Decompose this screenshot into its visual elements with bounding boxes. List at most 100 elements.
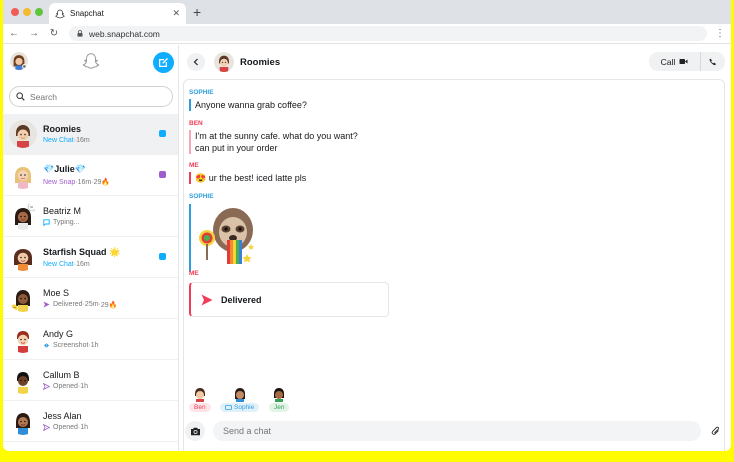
group-avatar[interactable]: [214, 52, 234, 72]
chat-item-callum-b[interactable]: Callum B Opened · 1h: [3, 360, 178, 401]
unread-chat-icon: [159, 130, 166, 137]
chat-item-beatriz[interactable]: ••• Beatriz M Typing...: [3, 196, 178, 237]
chevron-left-icon: [193, 58, 198, 66]
chat-item-julie[interactable]: 💎Julie💎 New Snap · 16m · 29🔥: [3, 155, 178, 196]
search-input[interactable]: [30, 91, 150, 102]
search-icon: [16, 92, 25, 101]
avatar: [9, 284, 37, 312]
opened-arrow-icon: [43, 383, 50, 390]
chat-status: New Chat: [43, 137, 74, 144]
chat-name: 💎Julie💎: [43, 164, 86, 174]
delivered-snap[interactable]: Delivered: [189, 282, 389, 317]
chat-status: Opened: [53, 383, 78, 390]
tab-bar: Snapchat ✕ +: [3, 0, 731, 24]
search-box[interactable]: [9, 86, 173, 107]
camera-button[interactable]: [185, 421, 205, 441]
avatar: [9, 325, 37, 353]
chat-name: Andy G: [43, 329, 74, 339]
tab-snapchat[interactable]: Snapchat ✕: [49, 3, 186, 24]
ghost-icon: [55, 9, 65, 18]
chat-input-box[interactable]: [213, 421, 701, 441]
back-arrow-icon[interactable]: ←: [9, 28, 19, 39]
sloth-rainbow-sticker[interactable]: [189, 204, 259, 272]
video-call-button[interactable]: Call: [649, 52, 701, 71]
minimize-window-button[interactable]: [23, 8, 31, 16]
presence-name: Jen: [269, 403, 290, 412]
chat-item-moe-s[interactable]: Moe S Delivered · 25m · 29🔥: [3, 278, 178, 319]
screenshot-icon: [44, 343, 49, 348]
tab-title: Snapchat: [70, 9, 104, 18]
presence-name-text: Sophie: [234, 404, 255, 411]
delivered-arrow-icon: [43, 301, 50, 308]
chat-item-jess-alan[interactable]: Jess Alan Opened · 1h: [3, 401, 178, 442]
delivered-label: Delivered: [221, 294, 262, 305]
chat-name: Roomies: [43, 124, 82, 134]
chat-status: New Chat: [43, 260, 74, 268]
message-line: can put in your order: [195, 143, 278, 153]
url-text: web.snapchat.com: [89, 28, 160, 39]
conversation-title: Roomies: [240, 57, 281, 68]
avatar: [9, 407, 37, 435]
chat-list: Roomies New Chat · 16m 💎Julie💎 New Snap …: [3, 114, 178, 442]
presence-name: Sophie: [220, 403, 260, 412]
message-text[interactable]: I'm at the sunny cafe. what do you want?…: [189, 130, 358, 154]
chat-input[interactable]: [223, 426, 701, 436]
my-avatar[interactable]: [10, 52, 28, 70]
forward-arrow-icon[interactable]: →: [29, 28, 39, 39]
close-window-button[interactable]: [11, 8, 19, 16]
chat-status: New Snap: [43, 178, 76, 186]
chat-status: Typing...: [53, 219, 80, 226]
new-chat-button[interactable]: [153, 52, 174, 73]
back-button[interactable]: [187, 53, 205, 71]
chat-time: 1h: [80, 383, 89, 390]
presence-sophie: Sophie: [220, 386, 260, 412]
sloth-sticker-icon: [199, 208, 254, 264]
browser-window: Snapchat ✕ + ← → ↻ web.snapchat.com ⋮ Se…: [3, 0, 731, 451]
message-thread: SOPHIE Anyone wanna grab coffee? BEN I'm…: [183, 79, 725, 451]
message-text[interactable]: 😍 ur the best! iced latte pls: [189, 172, 306, 184]
chat-time: 16m: [76, 260, 90, 268]
message-text[interactable]: Anyone wanna grab coffee?: [189, 99, 307, 111]
message-sender: ME: [189, 270, 199, 277]
message-sender: BEN: [189, 120, 203, 127]
reload-icon[interactable]: ↻: [49, 28, 59, 39]
unread-snap-icon: [159, 171, 166, 178]
presence-jen: Jen: [269, 386, 290, 412]
message-sender: SOPHIE: [189, 89, 214, 96]
call-label: Call: [660, 56, 676, 67]
presence-ben: Ben: [189, 386, 211, 412]
voice-call-button[interactable]: [701, 52, 725, 71]
new-tab-button[interactable]: +: [193, 4, 201, 20]
chat-status: Delivered: [53, 301, 83, 308]
chat-item-andy-g[interactable]: Andy G Screenshot · 1h: [3, 319, 178, 360]
avatar: •••: [9, 202, 37, 230]
streak-count: 29🔥: [93, 179, 111, 186]
avatar: [9, 243, 37, 271]
compose-icon: [159, 58, 168, 67]
close-tab-icon[interactable]: ✕: [172, 8, 180, 19]
presence-name: Ben: [189, 403, 211, 412]
message-sender: SOPHIE: [189, 193, 214, 200]
unread-chat-icon: [159, 253, 166, 260]
sidebar-header: [3, 45, 178, 79]
message-sender: ME: [189, 162, 199, 169]
chat-item-starfish-squad[interactable]: Starfish Squad 🌟 New Chat · 16m: [3, 237, 178, 278]
avatar: [194, 388, 205, 402]
url-field[interactable]: web.snapchat.com: [69, 26, 707, 41]
camera-icon: [190, 427, 200, 435]
opened-arrow-icon: [43, 424, 50, 431]
snapchat-ghost-icon: [82, 53, 100, 69]
attach-button[interactable]: [707, 426, 725, 437]
maximize-window-button[interactable]: [35, 8, 43, 16]
video-camera-icon: [679, 59, 688, 64]
chat-status: Opened: [53, 424, 78, 431]
snapchat-app: Roomies New Chat · 16m 💎Julie💎: [3, 45, 731, 451]
streak-count: 29🔥: [100, 301, 118, 309]
chat-item-roomies[interactable]: Roomies New Chat · 16m: [3, 114, 178, 155]
browser-menu-icon[interactable]: ⋮: [715, 28, 725, 39]
conversation-header: Roomies Call: [179, 45, 731, 79]
chat-bubble-icon: [43, 219, 50, 226]
chat-name: Beatriz M: [43, 206, 82, 216]
chat-name: Jess Alan: [43, 411, 82, 421]
paperclip-icon: [711, 426, 719, 435]
